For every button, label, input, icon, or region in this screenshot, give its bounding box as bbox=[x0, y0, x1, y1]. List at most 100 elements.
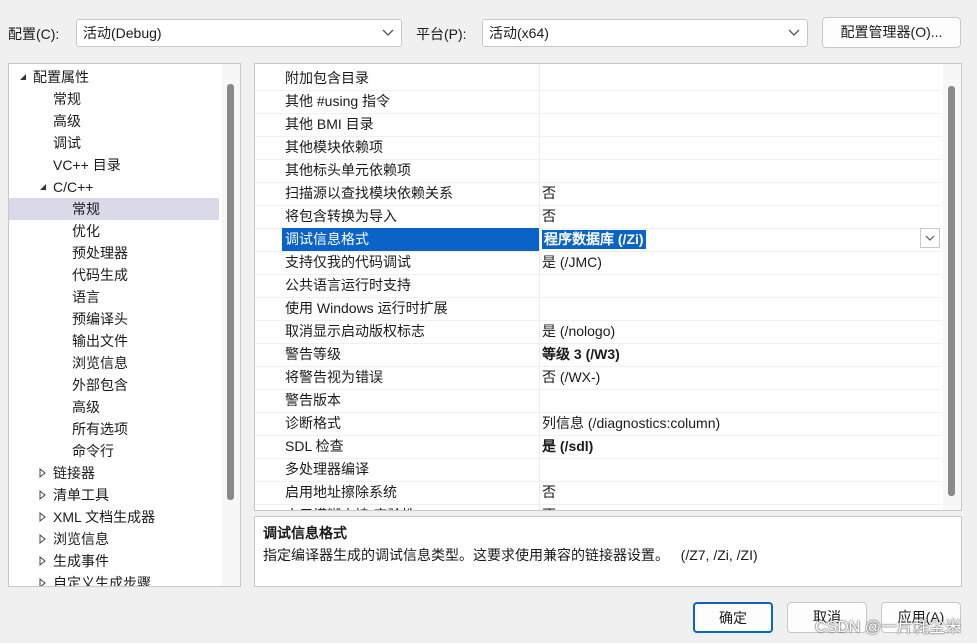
value-dropdown-button[interactable] bbox=[920, 228, 940, 248]
tree-item[interactable]: 命令行 bbox=[9, 440, 219, 462]
property-value[interactable]: 程序数据库 (/Zi) bbox=[542, 230, 646, 249]
tree-item[interactable]: 外部包含 bbox=[9, 374, 219, 396]
property-name: 其他 #using 指令 bbox=[285, 93, 391, 109]
property-name: 其他标头单元依赖项 bbox=[285, 162, 411, 178]
property-grid[interactable]: 附加包含目录其他 #using 指令其他 BMI 目录 其他模块依赖项其他标头单元… bbox=[254, 63, 962, 511]
property-row[interactable]: 将包含转换为导入 否 bbox=[255, 205, 941, 229]
property-name: 公共语言运行时支持 bbox=[285, 277, 411, 293]
property-name: 多处理器编译 bbox=[285, 461, 369, 477]
property-row[interactable]: 使用 Windows 运行时扩展 bbox=[255, 297, 941, 321]
tree-item[interactable]: 链接器 bbox=[9, 462, 219, 484]
config-label: 配置(C): bbox=[8, 26, 60, 42]
grid-scrollbar-thumb[interactable] bbox=[948, 86, 955, 496]
tree-item-label: 代码生成 bbox=[72, 267, 128, 283]
tree-item[interactable]: 配置属性 bbox=[9, 66, 219, 88]
chevron-down-icon bbox=[382, 29, 394, 36]
tree-scrollbar[interactable] bbox=[222, 64, 240, 586]
tree-item-label: 高级 bbox=[53, 113, 81, 129]
tree-item[interactable]: XML 文档生成器 bbox=[9, 506, 219, 528]
property-name: 支持仅我的代码调试 bbox=[285, 254, 411, 270]
tree-item-label: C/C++ bbox=[53, 179, 94, 195]
platform-dropdown[interactable]: 活动(x64) bbox=[482, 19, 808, 47]
property-row[interactable]: 多处理器编译 bbox=[255, 458, 941, 482]
tree-item-label: 命令行 bbox=[72, 443, 114, 459]
property-name: 警告版本 bbox=[285, 392, 341, 408]
platform-value: 活动(x64) bbox=[489, 25, 549, 41]
tree-item[interactable]: 生成事件 bbox=[9, 550, 219, 572]
collapsed-triangle-icon[interactable] bbox=[37, 484, 49, 506]
ok-button[interactable]: 确定 bbox=[693, 602, 773, 633]
tree-item-label: 配置属性 bbox=[33, 69, 89, 85]
property-name: 警告等级 bbox=[285, 346, 341, 362]
tree-item-label: 链接器 bbox=[53, 465, 95, 481]
tree-item[interactable]: 高级 bbox=[9, 110, 219, 132]
property-row[interactable]: 其他模块依赖项 bbox=[255, 136, 941, 160]
property-value: 是 (/JMC) bbox=[542, 254, 602, 270]
tree-item-label: 预处理器 bbox=[72, 245, 128, 261]
property-row[interactable]: 扫描源以查找模块依赖关系 否 bbox=[255, 182, 941, 206]
tree-item[interactable]: 所有选项 bbox=[9, 418, 219, 440]
property-row[interactable]: 其他标头单元依赖项 bbox=[255, 159, 941, 183]
description-panel: 调试信息格式 指定编译器生成的调试信息类型。这要求使用兼容的链接器设置。 (/Z… bbox=[254, 516, 962, 587]
property-row[interactable]: 其他 BMI 目录 bbox=[255, 113, 941, 137]
tree-item[interactable]: 代码生成 bbox=[9, 264, 219, 286]
property-value: 否 (/WX-) bbox=[542, 369, 601, 385]
category-tree[interactable]: 配置属性 常规 高级 调试 VC++ 目录 C/C++ 常规 优化 预处理器 代码生成 语言 预编译头… bbox=[8, 63, 241, 587]
collapsed-triangle-icon[interactable] bbox=[37, 506, 49, 528]
property-row[interactable]: 公共语言运行时支持 bbox=[255, 274, 941, 298]
tree-item[interactable]: 常规 bbox=[9, 198, 219, 220]
property-row[interactable]: 支持仅我的代码调试 是 (/JMC) bbox=[255, 251, 941, 275]
property-row[interactable]: 警告版本 bbox=[255, 389, 941, 413]
config-value: 活动(Debug) bbox=[83, 25, 162, 41]
expanded-triangle-icon[interactable] bbox=[37, 176, 49, 198]
tree-item[interactable]: 预编译头 bbox=[9, 308, 219, 330]
collapsed-triangle-icon[interactable] bbox=[37, 550, 49, 572]
property-value: 等级 3 (/W3) bbox=[542, 346, 620, 362]
property-row[interactable]: 取消显示启动版权标志 是 (/nologo) bbox=[255, 320, 941, 344]
tree-item-label: 所有选项 bbox=[72, 421, 128, 437]
property-name: 启用地址擦除系统 bbox=[285, 484, 397, 500]
property-row[interactable]: 警告等级 等级 3 (/W3) bbox=[255, 343, 941, 367]
property-row[interactable]: 启用地址擦除系统 否 bbox=[255, 481, 941, 505]
property-row[interactable]: 附加包含目录 bbox=[255, 67, 941, 91]
tree-item-label: XML 文档生成器 bbox=[53, 509, 156, 525]
property-value: 列信息 (/diagnostics:column) bbox=[542, 415, 721, 431]
tree-scrollbar-thumb[interactable] bbox=[227, 84, 234, 500]
tree-item[interactable]: 输出文件 bbox=[9, 330, 219, 352]
config-manager-button[interactable]: 配置管理器(O)... bbox=[822, 17, 961, 48]
property-row[interactable]: 将警告视为错误 否 (/WX-) bbox=[255, 366, 941, 390]
config-dropdown[interactable]: 活动(Debug) bbox=[76, 19, 402, 47]
tree-item-label: 浏览信息 bbox=[53, 531, 109, 547]
property-name: 使用 Windows 运行时扩展 bbox=[285, 300, 448, 316]
tree-item[interactable]: 预处理器 bbox=[9, 242, 219, 264]
property-name: 诊断格式 bbox=[285, 415, 341, 431]
collapsed-triangle-icon[interactable] bbox=[37, 572, 49, 587]
property-name: 启用模糊支持(实验性) bbox=[285, 504, 539, 510]
property-row[interactable]: 其他 #using 指令 bbox=[255, 90, 941, 114]
property-name: 扫描源以查找模块依赖关系 bbox=[285, 185, 453, 201]
tree-item-label: 预编译头 bbox=[72, 311, 128, 327]
tree-item[interactable]: 调试 bbox=[9, 132, 219, 154]
tree-item[interactable]: 浏览信息 bbox=[9, 528, 219, 550]
property-row[interactable]: 启用模糊支持(实验性)否 bbox=[255, 504, 941, 510]
tree-item[interactable]: 浏览信息 bbox=[9, 352, 219, 374]
tree-item-label: 清单工具 bbox=[53, 487, 109, 503]
property-row[interactable]: 调试信息格式 程序数据库 (/Zi) bbox=[255, 228, 941, 252]
tree-item[interactable]: 清单工具 bbox=[9, 484, 219, 506]
tree-item[interactable]: C/C++ bbox=[9, 176, 219, 198]
tree-item[interactable]: 优化 bbox=[9, 220, 219, 242]
expanded-triangle-icon[interactable] bbox=[17, 66, 29, 88]
tree-item[interactable]: 语言 bbox=[9, 286, 219, 308]
property-value: 是 (/nologo) bbox=[542, 323, 616, 339]
tree-item[interactable]: 高级 bbox=[9, 396, 219, 418]
tree-item[interactable]: 常规 bbox=[9, 88, 219, 110]
property-row[interactable]: SDL 检查 是 (/sdl) bbox=[255, 435, 941, 459]
property-row[interactable]: 诊断格式 列信息 (/diagnostics:column) bbox=[255, 412, 941, 436]
collapsed-triangle-icon[interactable] bbox=[37, 462, 49, 484]
tree-item[interactable]: 自定义生成步骤 bbox=[9, 572, 219, 587]
tree-item-label: 自定义生成步骤 bbox=[53, 575, 151, 587]
grid-scrollbar[interactable] bbox=[943, 64, 961, 510]
collapsed-triangle-icon[interactable] bbox=[37, 528, 49, 550]
tree-item[interactable]: VC++ 目录 bbox=[9, 154, 219, 176]
tree-item-label: 常规 bbox=[72, 201, 100, 217]
